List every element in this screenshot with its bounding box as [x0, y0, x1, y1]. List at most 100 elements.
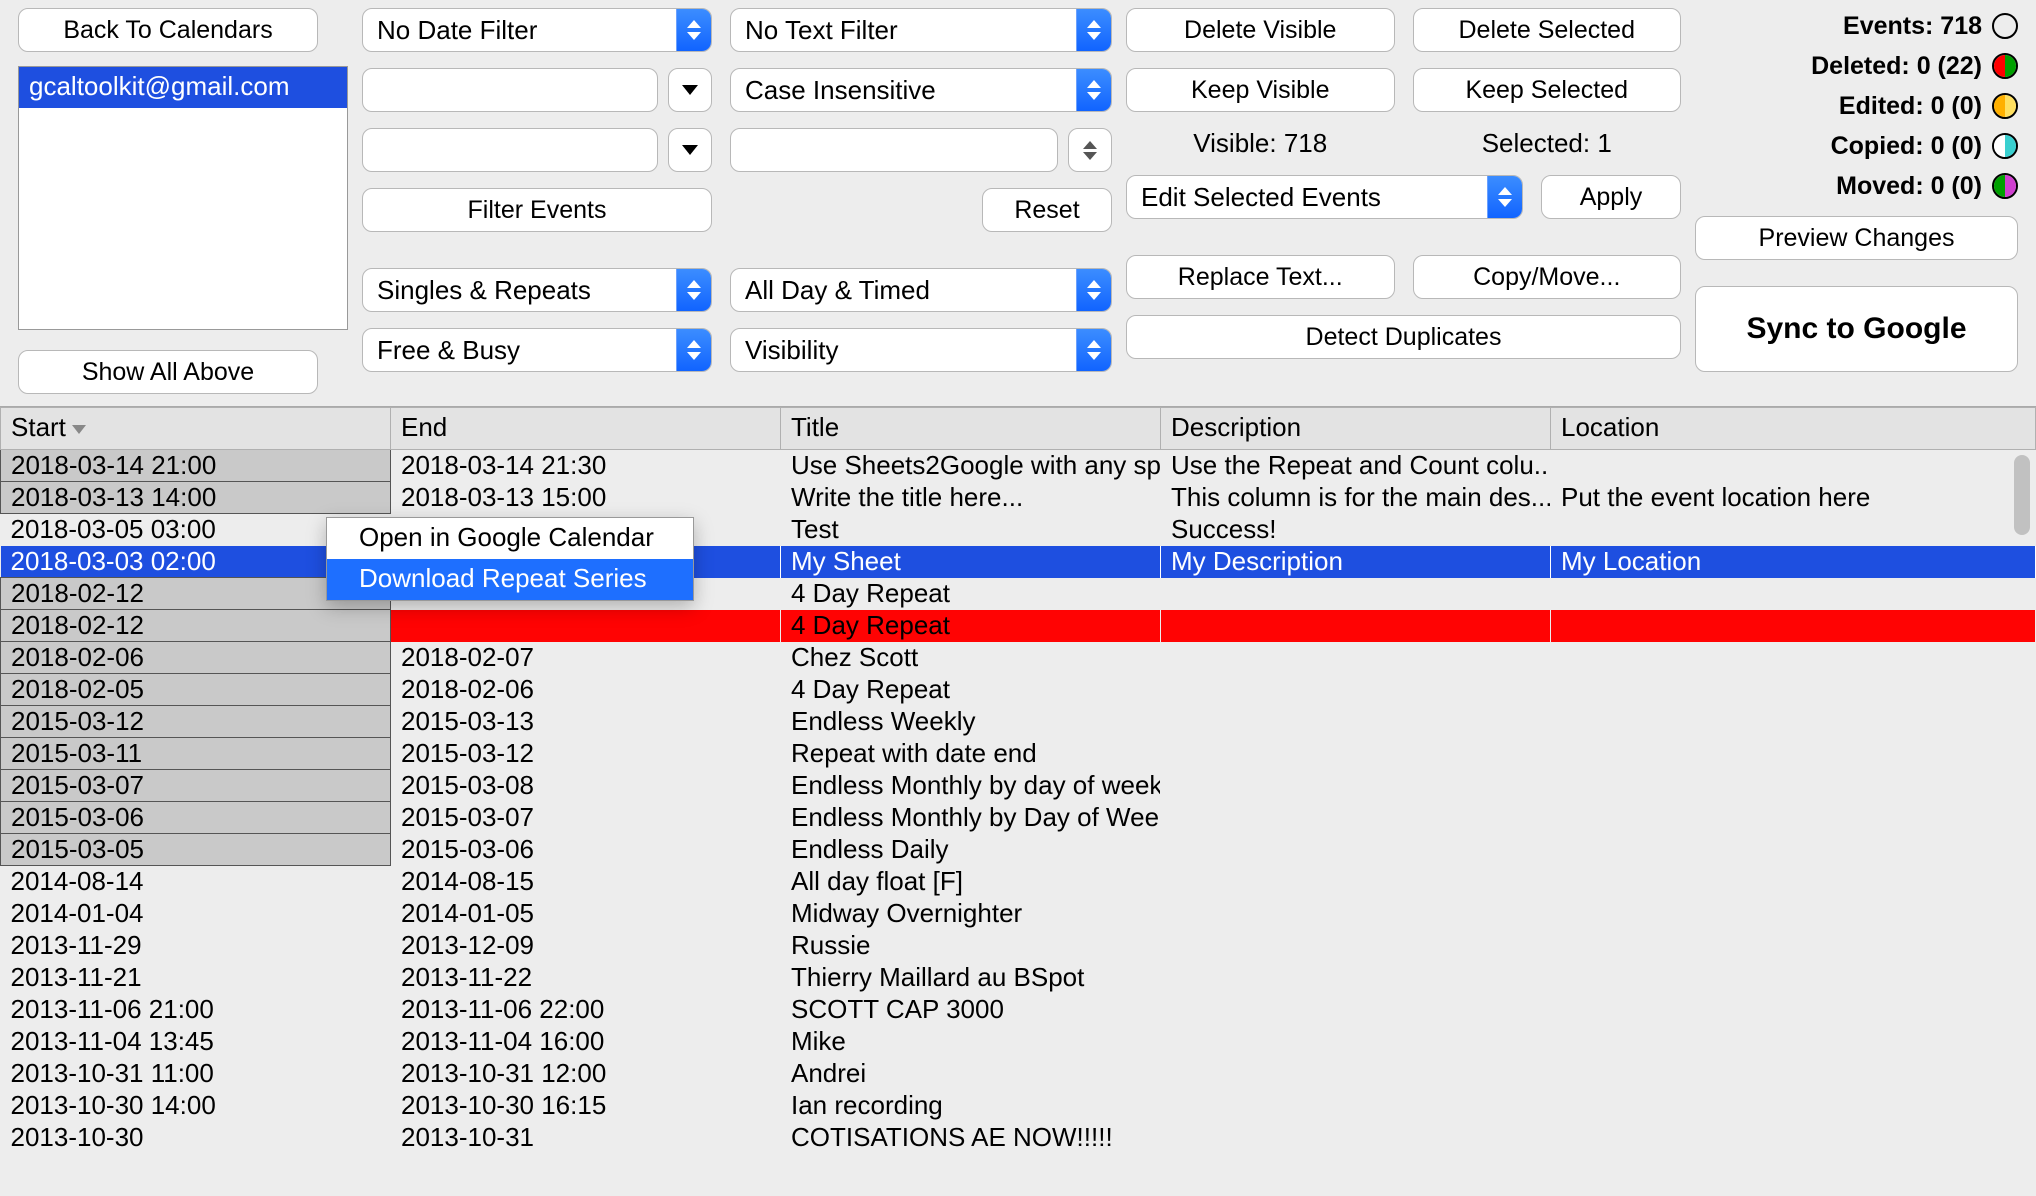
detect-duplicates-button[interactable]: Detect Duplicates — [1126, 315, 1681, 359]
stepper-icon — [676, 329, 711, 371]
cell-loc — [1551, 898, 2036, 930]
col-start[interactable]: Start — [1, 408, 391, 450]
stepper-icon — [676, 269, 711, 311]
table-row[interactable]: 2018-03-03 02:00My SheetMy DescriptionMy… — [1, 546, 2036, 578]
ctx-open-in-gcal[interactable]: Open in Google Calendar — [327, 518, 693, 559]
cell-title: Ian recording — [781, 1090, 1161, 1122]
preview-changes-button[interactable]: Preview Changes — [1695, 216, 2018, 260]
context-menu: Open in Google Calendar Download Repeat … — [326, 517, 694, 601]
edited-stat: Edited: 0 (0) — [1839, 92, 1982, 121]
allday-timed-label: All Day & Timed — [731, 269, 1076, 311]
copy-move-button[interactable]: Copy/Move... — [1413, 255, 1682, 299]
table-row[interactable]: 2015-03-112015-03-12Repeat with date end — [1, 738, 2036, 770]
table-row[interactable]: 2013-11-06 21:002013-11-06 22:00SCOTT CA… — [1, 994, 2036, 1026]
table-row[interactable]: 2018-02-124 Day Repeat — [1, 610, 2036, 642]
filter-input-1[interactable] — [362, 68, 658, 112]
calendar-item[interactable]: gcaltoolkit@gmail.com — [19, 67, 347, 108]
apply-button[interactable]: Apply — [1541, 175, 1681, 219]
cell-desc: This column is for the main des... — [1161, 482, 1551, 514]
cell-loc — [1551, 1122, 2036, 1154]
table-row[interactable]: 2018-03-05 03:002018-03-05 04:00TestSucc… — [1, 514, 2036, 546]
filter-events-button[interactable]: Filter Events — [362, 188, 712, 232]
cell-start: 2013-11-04 13:45 — [1, 1026, 391, 1058]
singles-repeats-select[interactable]: Singles & Repeats — [362, 268, 712, 312]
col-description[interactable]: Description — [1161, 408, 1551, 450]
cell-desc — [1161, 1058, 1551, 1090]
filter-dropdown-2[interactable] — [668, 128, 712, 172]
allday-timed-select[interactable]: All Day & Timed — [730, 268, 1112, 312]
events-stat: Events: 718 — [1843, 12, 1982, 41]
visibility-select[interactable]: Visibility — [730, 328, 1112, 372]
ctx-download-repeat-series[interactable]: Download Repeat Series — [327, 559, 693, 600]
cell-title: Russie — [781, 930, 1161, 962]
reset-button[interactable]: Reset — [982, 188, 1112, 232]
table-row[interactable]: 2013-10-302013-10-31COTISATIONS AE NOW!!… — [1, 1122, 2036, 1154]
col-location[interactable]: Location — [1551, 408, 2036, 450]
numeric-stepper[interactable] — [1068, 128, 1112, 172]
cell-desc — [1161, 674, 1551, 706]
cell-start: 2013-10-31 11:00 — [1, 1058, 391, 1090]
filter-input-2[interactable] — [362, 128, 658, 172]
sync-to-google-button[interactable]: Sync to Google — [1695, 286, 2018, 372]
text-filter-label: No Text Filter — [731, 9, 1076, 51]
text-filter-select[interactable]: No Text Filter — [730, 8, 1112, 52]
deleted-stat: Deleted: 0 (22) — [1811, 52, 1982, 81]
filter-dropdown-1[interactable] — [668, 68, 712, 112]
cell-start: 2015-03-11 — [1, 738, 391, 770]
cell-loc: Put the event location here — [1551, 482, 2036, 514]
circle-icon — [1992, 13, 2018, 39]
filter-input-3[interactable] — [730, 128, 1058, 172]
cell-start: 2013-11-21 — [1, 962, 391, 994]
table-row[interactable]: 2013-11-04 13:452013-11-04 16:00Mike — [1, 1026, 2036, 1058]
table-row[interactable]: 2013-10-30 14:002013-10-30 16:15Ian reco… — [1, 1090, 2036, 1122]
col-end[interactable]: End — [391, 408, 781, 450]
keep-visible-button[interactable]: Keep Visible — [1126, 68, 1395, 112]
case-select[interactable]: Case Insensitive — [730, 68, 1112, 112]
cell-loc — [1551, 642, 2036, 674]
free-busy-select[interactable]: Free & Busy — [362, 328, 712, 372]
table-row[interactable]: 2013-11-212013-11-22Thierry Maillard au … — [1, 962, 2036, 994]
col-title[interactable]: Title — [781, 408, 1161, 450]
table-row[interactable]: 2013-11-292013-12-09Russie — [1, 930, 2036, 962]
scrollbar[interactable] — [2012, 451, 2032, 1154]
edit-selected-select[interactable]: Edit Selected Events — [1126, 175, 1523, 219]
table-row[interactable]: 2014-08-142014-08-15All day float [F] — [1, 866, 2036, 898]
cell-desc — [1161, 994, 1551, 1026]
table-row[interactable]: 2015-03-052015-03-06Endless Daily — [1, 834, 2036, 866]
cell-desc: Use the Repeat and Count colu... — [1161, 450, 1551, 482]
cell-loc — [1551, 1026, 2036, 1058]
replace-text-button[interactable]: Replace Text... — [1126, 255, 1395, 299]
delete-visible-button[interactable]: Delete Visible — [1126, 8, 1395, 52]
cell-desc — [1161, 866, 1551, 898]
show-all-above-button[interactable]: Show All Above — [18, 350, 318, 394]
events-table[interactable]: Start End Title Description Location 201… — [0, 407, 2036, 1154]
table-row[interactable]: 2018-03-13 14:002018-03-13 15:00Write th… — [1, 482, 2036, 514]
cell-title: 4 Day Repeat — [781, 674, 1161, 706]
table-row[interactable]: 2015-03-122015-03-13Endless Weekly — [1, 706, 2036, 738]
table-row[interactable]: 2018-02-124 Day Repeat — [1, 578, 2036, 610]
table-row[interactable]: 2013-10-31 11:002013-10-31 12:00Andrei — [1, 1058, 2036, 1090]
table-row[interactable]: 2018-03-14 21:002018-03-14 21:30Use Shee… — [1, 450, 2036, 482]
cell-end: 2014-01-05 — [391, 898, 781, 930]
table-row[interactable]: 2018-02-052018-02-064 Day Repeat — [1, 674, 2036, 706]
cell-desc — [1161, 898, 1551, 930]
table-row[interactable]: 2018-02-062018-02-07Chez Scott — [1, 642, 2036, 674]
date-filter-select[interactable]: No Date Filter — [362, 8, 712, 52]
cell-title: Test — [781, 514, 1161, 546]
back-to-calendars-button[interactable]: Back To Calendars — [18, 8, 318, 52]
keep-selected-button[interactable]: Keep Selected — [1413, 68, 1682, 112]
cell-desc — [1161, 802, 1551, 834]
scrollbar-thumb[interactable] — [2014, 455, 2030, 535]
cell-desc — [1161, 706, 1551, 738]
cell-end: 2013-10-31 — [391, 1122, 781, 1154]
cell-loc — [1551, 994, 2036, 1026]
table-row[interactable]: 2014-01-042014-01-05Midway Overnighter — [1, 898, 2036, 930]
table-row[interactable]: 2015-03-072015-03-08Endless Monthly by d… — [1, 770, 2036, 802]
delete-selected-button[interactable]: Delete Selected — [1413, 8, 1682, 52]
cell-start: 2018-03-13 14:00 — [1, 482, 391, 514]
cell-end: 2013-11-22 — [391, 962, 781, 994]
table-row[interactable]: 2015-03-062015-03-07Endless Monthly by D… — [1, 802, 2036, 834]
cell-desc — [1161, 578, 1551, 610]
cell-loc — [1551, 770, 2036, 802]
calendar-list[interactable]: gcaltoolkit@gmail.com — [18, 66, 348, 330]
